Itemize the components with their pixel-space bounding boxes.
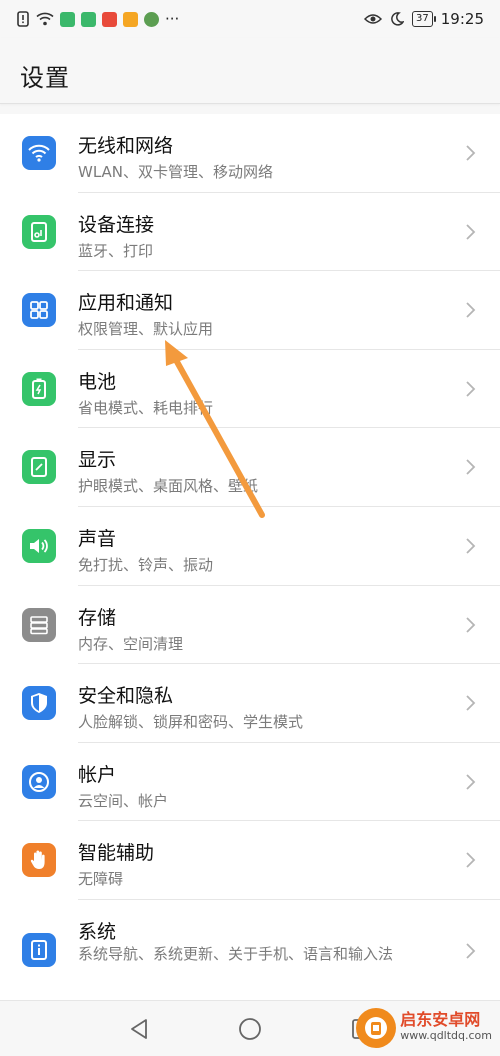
chevron-right-icon [466, 616, 476, 633]
settings-item-title: 声音 [78, 527, 117, 550]
status-time: 19:25 [440, 10, 484, 28]
watermark-name: 启东安卓网 [400, 1010, 481, 1029]
chevron-right-icon [466, 145, 476, 161]
settings-item-title: 无线和网络 [78, 135, 174, 157]
status-system: 37 19:25 [364, 10, 484, 28]
settings-item-security-privacy[interactable]: 安全和隐私 人脸解锁、锁屏和密码、学生模式 [0, 664, 500, 743]
settings-item-subtitle: 系统导航、系统更新、关于手机、语言和输入法 [78, 944, 394, 963]
settings-item-apps-notifications[interactable]: 应用和通知 权限管理、默认应用 [0, 271, 500, 350]
app-notification-icon [102, 11, 117, 27]
system-info-icon [22, 932, 56, 967]
settings-item-subtitle: 云空间、帐户 [78, 791, 169, 810]
settings-item-subtitle: 省电模式、耗电排行 [78, 398, 214, 417]
app-notification-icon [60, 11, 75, 27]
settings-item-title: 存储 [78, 606, 117, 629]
chevron-right-icon [466, 943, 476, 959]
settings-item-title: 设备连接 [78, 213, 155, 236]
wifi-status-icon [36, 12, 54, 26]
settings-item-wireless-network[interactable]: 无线和网络 WLAN、双卡管理、移动网络 [0, 114, 500, 193]
chevron-right-icon [466, 459, 476, 476]
device-connection-icon [22, 214, 56, 249]
hand-icon [22, 843, 56, 878]
settings-item-subtitle: 无障碍 [78, 870, 124, 889]
settings-item-subtitle: 权限管理、默认应用 [78, 320, 214, 339]
settings-item-subtitle: 蓝牙、打印 [78, 241, 154, 260]
settings-item-title: 帐户 [78, 763, 117, 786]
watermark-url: www.qdltdq.com [400, 1029, 492, 1042]
wifi-icon [22, 136, 56, 170]
settings-item-title: 系统 [78, 920, 117, 943]
settings-item-sound[interactable]: 声音 免打扰、铃声、振动 [0, 507, 500, 586]
account-icon [22, 764, 56, 799]
navigation-bar: 启东安卓网 www.qdltdq.com [0, 1000, 500, 1056]
app-notification-icon [123, 11, 138, 27]
chevron-right-icon [466, 695, 476, 711]
app-notification-icon [144, 11, 159, 27]
settings-item-title: 安全和隐私 [78, 685, 174, 708]
header: 设置 [0, 38, 500, 104]
settings-item-account[interactable]: 帐户 云空间、帐户 [0, 743, 500, 822]
settings-item-battery[interactable]: 电池 省电模式、耗电排行 [0, 350, 500, 429]
home-icon[interactable] [236, 1015, 264, 1043]
settings-item-title: 显示 [78, 449, 117, 472]
watermark-logo-icon [356, 1008, 397, 1048]
display-icon [22, 450, 56, 485]
settings-item-subtitle: 免打扰、铃声、振动 [78, 555, 214, 574]
apps-grid-icon [22, 293, 56, 328]
speaker-icon [22, 528, 56, 563]
chevron-right-icon [466, 774, 476, 790]
chevron-right-icon [466, 538, 476, 554]
settings-item-device-connection[interactable]: 设备连接 蓝牙、打印 [0, 193, 500, 272]
settings-list: 无线和网络 WLAN、双卡管理、移动网络 设备连接 蓝牙、打印 应用和通知 权限… [0, 114, 500, 1004]
app-notification-icon [81, 11, 96, 27]
chevron-right-icon [466, 852, 476, 868]
alert-icon [17, 11, 29, 27]
page-title: 设置 [20, 64, 70, 92]
battery-icon [22, 371, 56, 406]
settings-item-subtitle: WLAN、双卡管理、移动网络 [78, 163, 274, 181]
status-notifications: ··· [16, 10, 179, 28]
settings-item-subtitle: 人脸解锁、锁屏和密码、学生模式 [78, 713, 304, 732]
back-icon[interactable] [125, 1015, 153, 1043]
moon-icon [391, 12, 405, 26]
chevron-right-icon [466, 302, 476, 318]
settings-item-storage[interactable]: 存储 内存、空间清理 [0, 586, 500, 665]
watermark: 启东安卓网 www.qdltdq.com [356, 1006, 492, 1050]
status-bar: ··· 37 19:25 [0, 0, 500, 38]
eye-comfort-icon [364, 14, 383, 24]
settings-item-title: 电池 [78, 370, 117, 393]
chevron-right-icon [466, 223, 476, 240]
settings-item-title: 应用和通知 [78, 292, 174, 315]
settings-item-title: 智能辅助 [78, 842, 155, 865]
settings-item-display[interactable]: 显示 护眼模式、桌面风格、壁纸 [0, 428, 500, 507]
settings-item-subtitle: 内存、空间清理 [78, 634, 184, 653]
battery-indicator: 37 [412, 11, 436, 27]
status-overflow: ··· [165, 10, 180, 28]
settings-item-subtitle: 护眼模式、桌面风格、壁纸 [78, 477, 259, 496]
storage-icon [22, 607, 56, 642]
settings-item-system[interactable]: 系统 系统导航、系统更新、关于手机、语言和输入法 [0, 900, 500, 1004]
shield-icon [22, 686, 56, 721]
chevron-right-icon [466, 381, 476, 397]
settings-item-smart-assistance[interactable]: 智能辅助 无障碍 [0, 821, 500, 900]
